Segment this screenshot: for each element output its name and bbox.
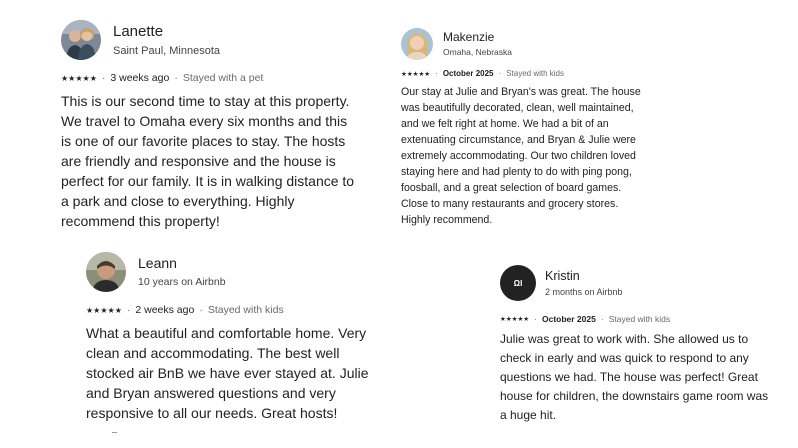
reviewer-avatar[interactable] [401,28,433,60]
reviewer-avatar[interactable] [61,20,101,60]
review-text: Julie was great to work with. She allowe… [500,332,769,422]
review-date: 2 weeks ago [135,304,195,316]
separator-dot: · [174,72,178,84]
review-card-kristin: ΩΙ Kristin 2 months on Airbnb ★★★★★ · Oc… [500,265,770,425]
reviewer-name: Kristin [545,268,580,283]
review-meta: ★★★★★ · 3 weeks ago · Stayed with a pet [61,72,361,84]
stay-type: Stayed with a pet [182,72,264,84]
reviewer-avatar[interactable] [86,252,126,292]
review-date: October 2025 [442,69,494,78]
stay-type: Stayed with kids [207,304,284,316]
separator-dot: · [126,304,131,316]
separator-dot: · [101,72,106,84]
reviewer-location: Omaha, Nebraska [443,47,512,57]
separator-dot: · [600,314,604,324]
reviewer-name: Lanette [113,22,164,40]
reviewer-tenure: 10 years on Airbnb [138,276,226,288]
separator-dot: · [435,69,438,78]
reviewer-name: Leann [138,255,177,271]
reviewer-location: Saint Paul, Minnesota [113,44,221,57]
review-meta: ★★★★★ · October 2025 · Stayed with kids [500,314,770,324]
review-card-lanette: Lanette Saint Paul, Minnesota ★★★★★ · 3 … [61,20,361,231]
reviewer-name: Makenzie [443,30,495,44]
stay-type: Stayed with kids [506,69,564,78]
star-rating: ★★★★★ [500,316,530,323]
review-text: This is our second time to stay at this … [61,93,355,229]
star-rating: ★★★★★ [401,70,431,78]
review-text: What a beautiful and comfortable home. V… [86,325,369,421]
divider [112,432,117,433]
star-rating: ★★★★★ [86,305,122,315]
separator-dot: · [199,304,203,316]
separator-dot: · [534,314,537,324]
review-card-leann: Leann 10 years on Airbnb ★★★★★ · 2 weeks… [86,252,386,423]
separator-dot: · [498,69,502,78]
reviewer-tenure: 2 months on Airbnb [545,286,623,297]
review-meta: ★★★★★ · October 2025 · Stayed with kids [401,69,641,78]
review-date: October 2025 [541,314,596,324]
star-rating: ★★★★★ [61,73,97,83]
avatar-logo-text: ΩΙ [513,278,523,288]
reviewer-avatar[interactable]: ΩΙ [500,265,536,301]
stay-type: Stayed with kids [608,314,671,324]
review-date: 3 weeks ago [110,72,170,84]
review-card-makenzie: Makenzie Omaha, Nebraska ★★★★★ · October… [401,28,641,228]
review-meta: ★★★★★ · 2 weeks ago · Stayed with kids [86,304,386,316]
review-text: Our stay at Julie and Bryan's was great.… [401,86,641,226]
